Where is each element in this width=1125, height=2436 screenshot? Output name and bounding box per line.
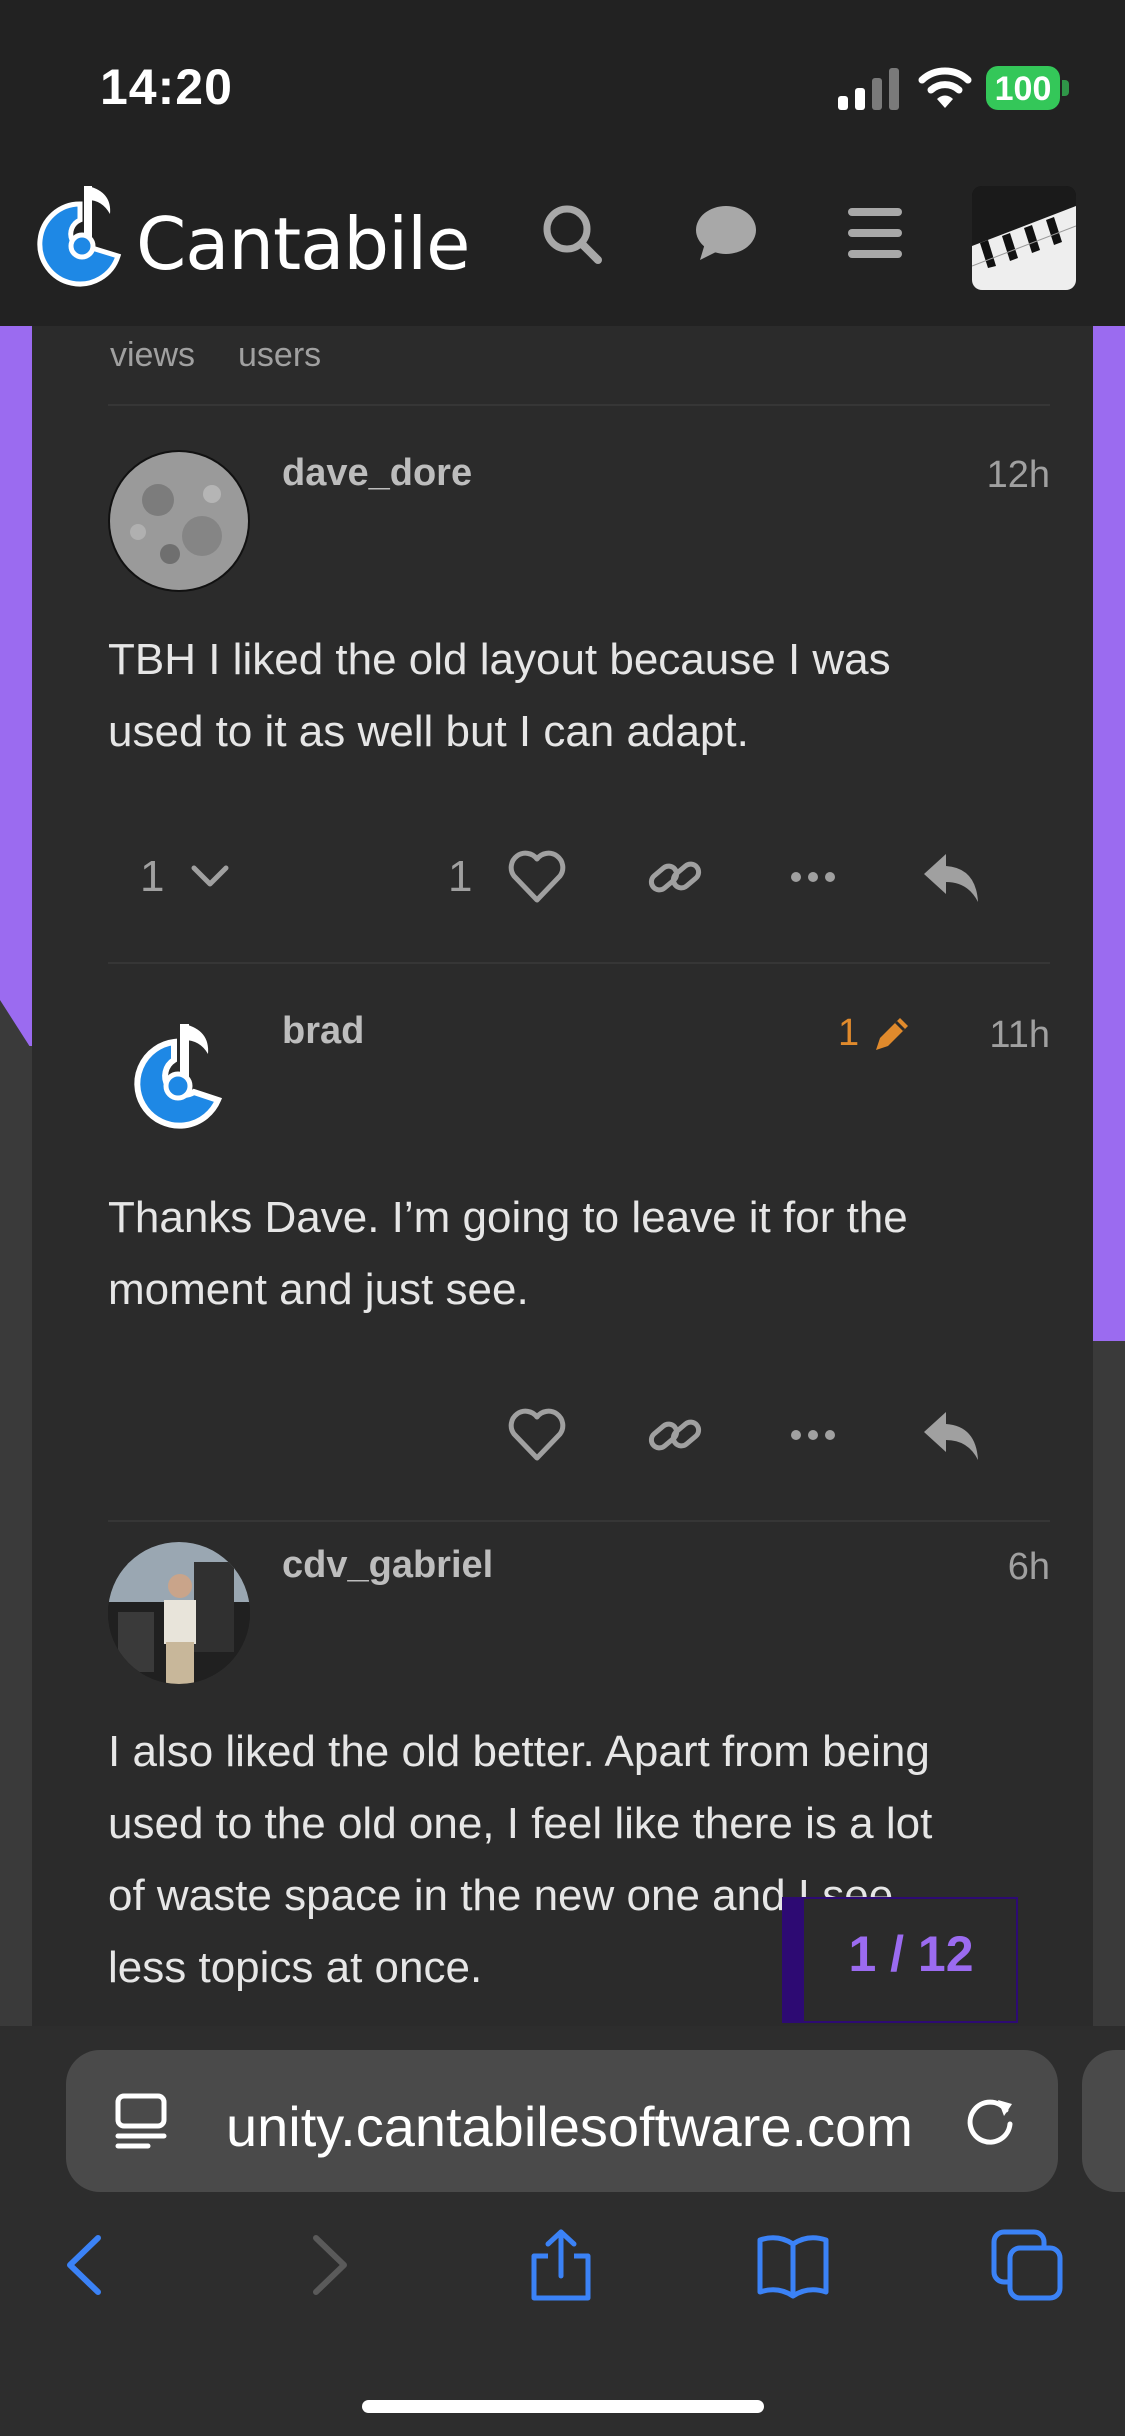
post-body-line: TBH I liked the old layout because I was: [108, 635, 891, 684]
page-margin-right: [1093, 1341, 1125, 2031]
chat-icon[interactable]: [692, 202, 758, 266]
pencil-icon: [876, 1018, 908, 1050]
post-time[interactable]: 11h: [952, 1014, 1050, 1057]
page-margin-left: [0, 1046, 32, 2026]
more-icon[interactable]: [782, 1404, 844, 1466]
forward-icon[interactable]: [290, 2228, 364, 2302]
link-icon[interactable]: [644, 1404, 706, 1466]
site-header: Cantabile: [0, 170, 1125, 326]
replies-count: 1: [140, 852, 165, 901]
avatar[interactable]: [108, 450, 250, 592]
chevron-down-icon: [191, 865, 229, 887]
link-icon[interactable]: [644, 846, 706, 908]
post-body-line: used to the old one, I feel like there i…: [108, 1799, 933, 1848]
reply-icon[interactable]: [920, 846, 982, 908]
site-logo-text[interactable]: Cantabile: [136, 202, 470, 286]
reload-icon[interactable]: [962, 2094, 1018, 2150]
topic-content: views users dave_dore 12h TBH I liked th…: [32, 326, 1093, 2026]
home-indicator[interactable]: [362, 2400, 764, 2413]
post-body-line: used to it as well but I can adapt.: [108, 707, 749, 756]
users-label: users: [238, 336, 322, 374]
post-username[interactable]: brad: [282, 1010, 364, 1053]
hamburger-icon[interactable]: [846, 206, 904, 260]
page-accent-right: [1093, 326, 1125, 1341]
bookmarks-icon[interactable]: [756, 2228, 830, 2302]
post-body-line: I also liked the old better. Apart from …: [108, 1727, 930, 1776]
likes-count: 1: [448, 852, 473, 901]
topic-progress-fill: [782, 1897, 804, 2023]
reply-icon[interactable]: [920, 1404, 982, 1466]
cantabile-avatar-icon: [134, 1024, 223, 1129]
address-bar[interactable]: unity.cantabilesoftware.com: [66, 2050, 1058, 2192]
battery-icon: 100: [986, 66, 1070, 110]
user-avatar[interactable]: [972, 186, 1076, 290]
share-icon[interactable]: [524, 2228, 598, 2302]
post-username[interactable]: cdv_gabriel: [282, 1544, 493, 1587]
post-body-line: less topics at once.: [108, 1943, 483, 1992]
search-icon[interactable]: [540, 202, 604, 266]
avatar[interactable]: [108, 1008, 250, 1150]
topic-progress-label[interactable]: 1 / 12: [804, 1925, 1018, 1983]
next-tab-pill[interactable]: [1082, 2050, 1125, 2192]
post-username[interactable]: dave_dore: [282, 452, 472, 495]
cantabile-logo-icon[interactable]: [30, 182, 130, 292]
post-body-line: Thanks Dave. I’m going to leave it for t…: [108, 1193, 908, 1242]
divider: [108, 962, 1050, 964]
page-accent-left: [0, 326, 32, 1046]
post-body-line: moment and just see.: [108, 1265, 529, 1314]
heart-icon[interactable]: [506, 846, 568, 908]
battery-level: 100: [994, 70, 1052, 108]
heart-icon[interactable]: [506, 1404, 568, 1466]
divider: [108, 1520, 1050, 1522]
photo-avatar-image: [108, 1542, 250, 1684]
avatar[interactable]: [108, 1542, 250, 1684]
moon-avatar-image: [110, 452, 248, 590]
back-icon[interactable]: [50, 2228, 124, 2302]
edits-count: 1: [838, 1012, 860, 1054]
cellular-signal-icon: [838, 68, 899, 110]
post-time[interactable]: 6h: [952, 1546, 1050, 1589]
url-text[interactable]: unity.cantabilesoftware.com: [226, 2094, 913, 2159]
post-body-line: of waste space in the new one and I see: [108, 1871, 894, 1920]
status-bar: 14:20 100: [0, 0, 1125, 170]
post-time[interactable]: 12h: [952, 454, 1050, 497]
more-icon[interactable]: [782, 846, 844, 908]
tabs-icon[interactable]: [990, 2228, 1064, 2302]
divider: [108, 404, 1050, 406]
reader-icon[interactable]: [112, 2090, 170, 2152]
views-label: views: [110, 336, 196, 374]
status-time: 14:20: [100, 59, 233, 115]
wifi-icon: [918, 67, 972, 108]
